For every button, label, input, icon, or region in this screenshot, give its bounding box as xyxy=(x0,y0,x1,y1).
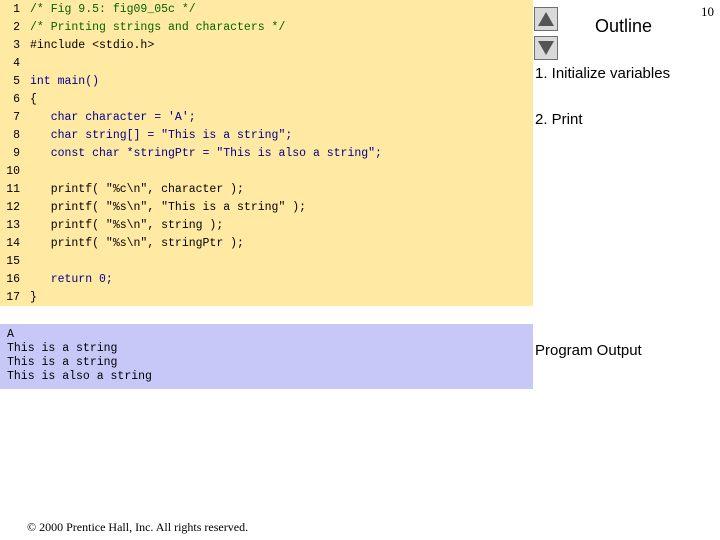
line-number: 7 xyxy=(13,111,20,124)
line-number: 2 xyxy=(13,21,20,34)
code-text: int main() xyxy=(30,75,100,88)
line-number: 6 xyxy=(13,93,20,106)
line-number: 3 xyxy=(13,39,20,52)
line-number: 16 xyxy=(6,273,20,286)
output-line: This is a string xyxy=(7,356,118,369)
line-number: 11 xyxy=(6,183,20,196)
outline-title: Outline xyxy=(595,16,653,36)
line-number: 9 xyxy=(13,147,20,160)
line-number: 12 xyxy=(6,201,20,214)
line-number: 15 xyxy=(6,255,20,268)
code-text: printf( "%s\n", stringPtr ); xyxy=(30,237,244,250)
line-number: 13 xyxy=(6,219,20,232)
page-number: 10 xyxy=(701,4,714,19)
output-line: A xyxy=(7,328,14,341)
outline-item-initialize: 1. Initialize variables xyxy=(535,65,671,82)
code-text: printf( "%s\n", string ); xyxy=(30,219,224,232)
output-line: This is also a string xyxy=(7,370,152,383)
code-text: #include <stdio.h> xyxy=(30,39,155,52)
triangle-down-icon xyxy=(538,41,554,55)
line-number: 5 xyxy=(13,75,20,88)
line-number: 4 xyxy=(13,57,20,70)
code-text: /* Printing strings and characters */ xyxy=(30,21,286,34)
code-text: printf( "%s\n", "This is a string" ); xyxy=(30,201,307,214)
code-panel: 1 /* Fig 9.5: fig09_05c */ 2 /* Printing st… xyxy=(0,0,533,306)
code-text: char string[] = "This is a string"; xyxy=(30,129,293,142)
line-number: 17 xyxy=(6,291,20,304)
outline-item-print: 2. Print xyxy=(535,111,583,128)
code-text: printf( "%c\n", character ); xyxy=(30,183,244,196)
triangle-up-icon xyxy=(538,12,554,26)
code-text: { xyxy=(30,93,37,106)
output-line: This is a string xyxy=(7,342,118,355)
line-number: 14 xyxy=(6,237,20,250)
line-number: 8 xyxy=(13,129,20,142)
line-number: 10 xyxy=(6,165,20,178)
code-text: return 0; xyxy=(30,273,113,286)
program-output-panel: A This is a string This is a string This is… xyxy=(0,324,533,389)
program-output-label: Program Output xyxy=(535,342,642,359)
code-text: } xyxy=(30,291,37,304)
code-text: char character = 'A'; xyxy=(30,111,196,124)
code-text: /* Fig 9.5: fig09_05c */ xyxy=(30,3,196,16)
line-number: 1 xyxy=(13,3,20,16)
previous-slide-button[interactable] xyxy=(534,7,558,31)
next-slide-button[interactable] xyxy=(534,36,558,60)
copyright-notice: © 2000 Prentice Hall, Inc. All rights re… xyxy=(27,520,249,534)
code-text: const char *stringPtr = "This is also a … xyxy=(30,147,382,160)
